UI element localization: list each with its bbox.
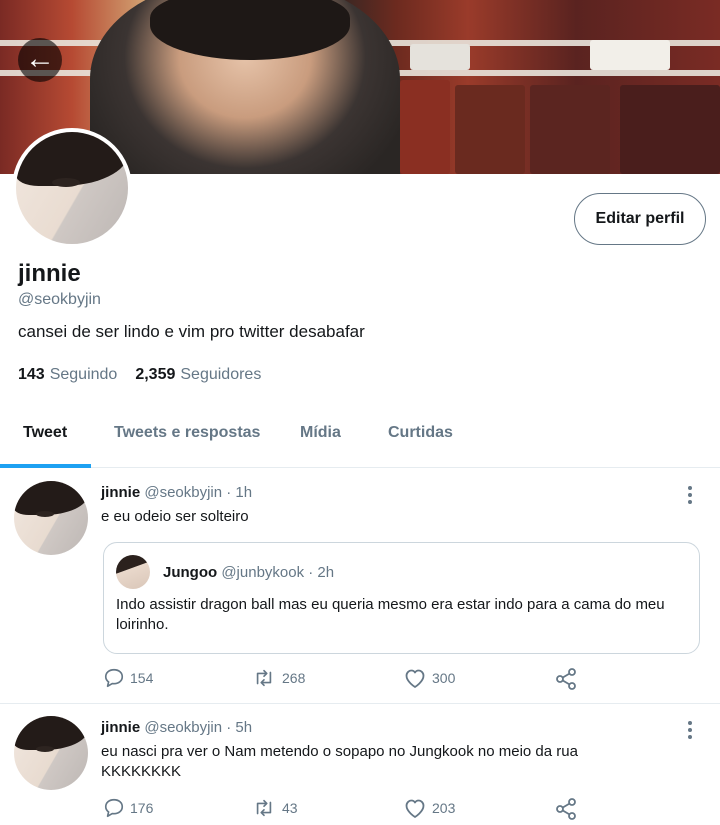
tweet-author-name[interactable]: jinnie [101,719,140,736]
tweet-text: eu nasci pra ver o Nam metendo o sopapo … [101,743,578,780]
banner-price-tag [590,40,670,70]
retweet-button[interactable]: 43 [251,797,298,819]
heart-icon [405,799,425,818]
following-count: 143 [18,366,45,383]
profile-name: jinnie [18,260,81,287]
arrow-left-icon: ← [25,42,55,75]
tweet-header: jinnie @seokbyjin · 1h [101,484,252,501]
following-link[interactable]: 143 Seguindo [18,366,117,383]
edit-profile-button[interactable]: Editar perfil [574,193,706,245]
retweet-count: 43 [282,800,298,816]
like-button[interactable]: 300 [403,667,455,689]
tab-likes[interactable]: Curtidas [388,424,453,442]
retweet-count: 268 [282,670,306,686]
quote-text: Indo assistir dragon ball mas eu queria … [116,596,665,633]
profile-tabs: Tweet Tweets e respostas Mídia Curtidas [0,406,720,468]
tweet-actions: 154 268 300 [0,667,720,691]
avatar-hair [14,481,88,516]
tweet-avatar[interactable] [14,716,88,790]
like-button[interactable]: 203 [403,797,455,819]
tab-media[interactable]: Mídia [300,424,341,442]
avatar-eye [52,178,80,187]
back-button[interactable]: ← [18,38,62,82]
tab-tweets-and-replies[interactable]: Tweets e respostas [114,424,260,442]
tweet-author-name[interactable]: jinnie [101,484,140,501]
tweet-text: e eu odeio ser solteiro [101,508,249,525]
profile-stats: 143 Seguindo 2,359 Seguidores [18,366,261,384]
tweet-header: jinnie @seokbyjin · 5h [101,719,252,736]
tweet-avatar[interactable] [14,481,88,555]
more-vertical-icon[interactable] [682,484,698,506]
tweet-meta: @seokbyjin · 5h [144,719,253,736]
following-label: Seguindo [49,366,118,383]
avatar-eye [36,746,54,752]
quoted-tweet[interactable]: Jungoo @junbykook · 2h Indo assistir dra… [103,542,700,654]
active-tab-indicator [0,464,91,468]
banner-product [455,85,525,174]
reply-icon [104,668,124,688]
avatar-eye [36,511,54,517]
like-count: 203 [432,800,456,816]
quote-header: Jungoo @junbykook · 2h [163,564,334,581]
banner-price-tag [410,44,470,70]
banner-product [530,85,610,174]
profile-avatar[interactable] [12,128,132,248]
more-vertical-icon[interactable] [682,719,698,741]
tweet-actions: 176 43 203 [0,797,720,821]
reply-count: 176 [130,800,154,816]
reply-count: 154 [130,670,154,686]
reply-button[interactable]: 176 [103,797,153,819]
heart-icon [405,669,425,688]
avatar-hair [14,716,88,751]
followers-label: Seguidores [180,366,262,383]
followers-count: 2,359 [135,366,176,383]
retweet-icon [256,799,272,817]
tweet-divider [0,703,720,704]
reply-icon [104,798,124,818]
retweet-icon [256,669,272,687]
banner-product [620,85,720,174]
followers-link[interactable]: 2,359 Seguidores [135,366,261,383]
reply-button[interactable]: 154 [103,667,153,689]
retweet-button[interactable]: 268 [251,667,305,689]
profile-bio: cansei de ser lindo e vim pro twitter de… [18,322,365,341]
share-icon [556,798,576,820]
like-count: 300 [432,670,456,686]
share-button[interactable] [554,667,578,691]
tab-tweets[interactable]: Tweet [23,424,67,442]
quote-meta: @junbykook · 2h [221,564,335,581]
tweet-meta: @seokbyjin · 1h [144,484,253,501]
banner-product [400,80,450,174]
quote-author-name: Jungoo [163,564,218,581]
share-icon [556,668,576,690]
share-button[interactable] [554,797,578,821]
quote-avatar [116,555,150,589]
profile-handle: @seokbyjin [18,291,101,308]
